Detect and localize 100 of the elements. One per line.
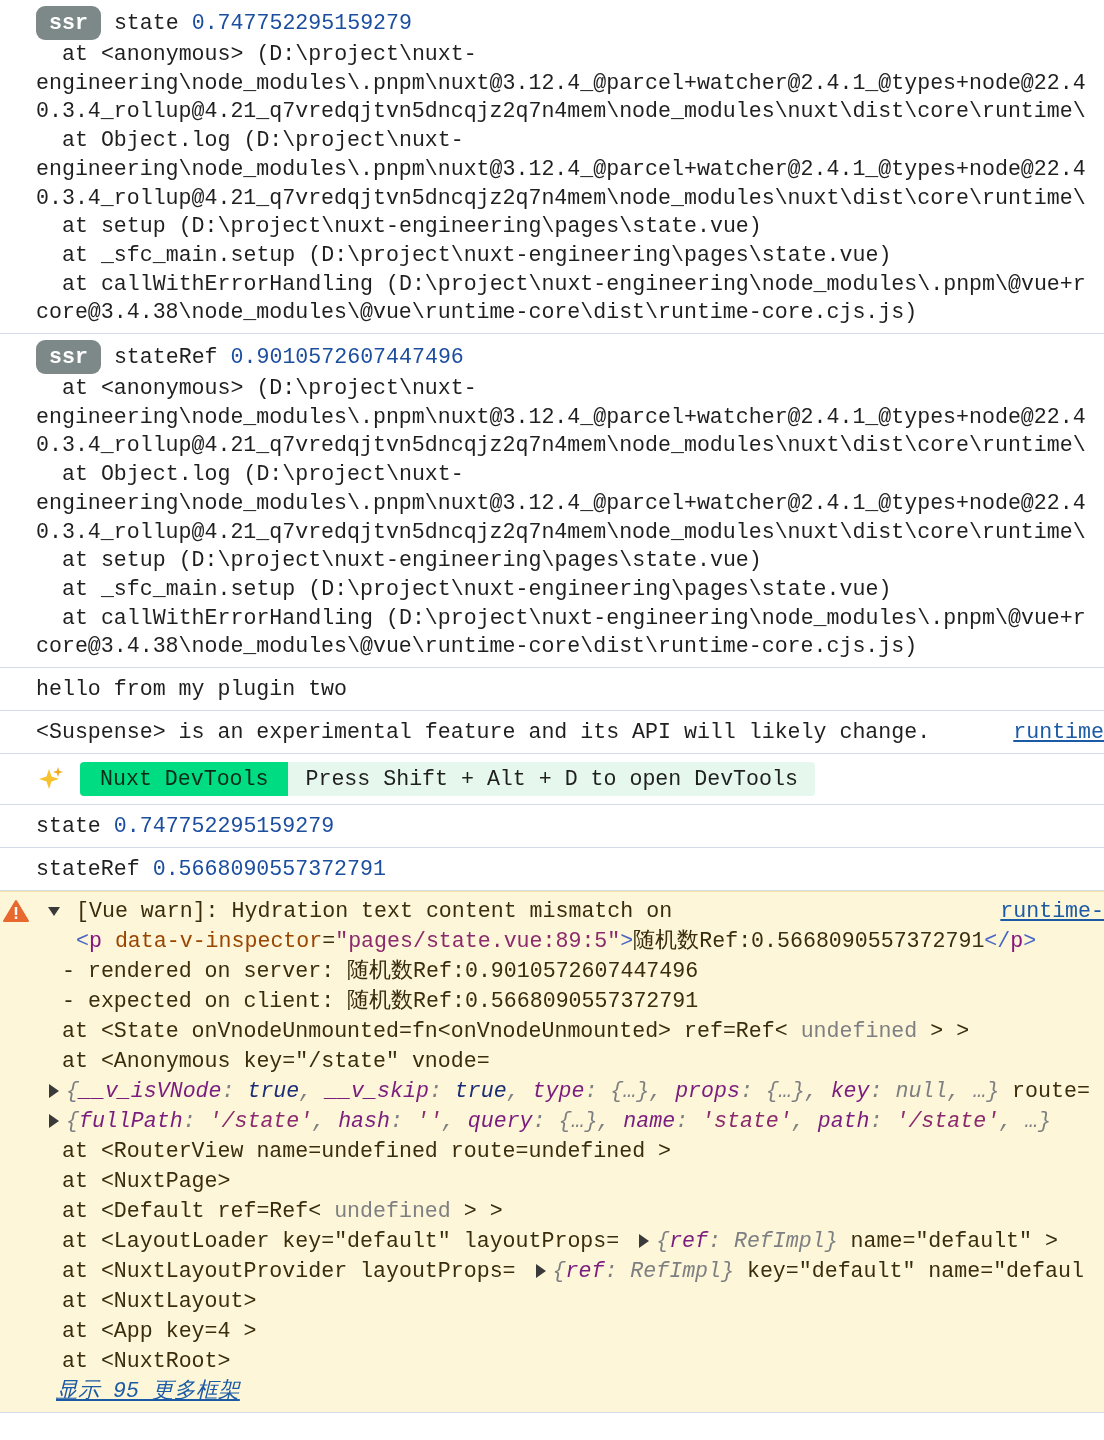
log-text: at <NuxtRoot>	[62, 1348, 231, 1376]
log-text: at <Anonymous key="/state" vnode=	[62, 1048, 490, 1076]
show-more-frames-link[interactable]: 显示 95 更多框架	[0, 1379, 240, 1404]
stack-trace-line: at <anonymous> (D:\project\nuxt-	[61, 41, 478, 68]
object-punctuation: : {…},	[584, 1078, 664, 1106]
expand-triangle-icon[interactable]	[48, 1114, 60, 1129]
tag-bracket: </	[984, 928, 1011, 956]
string-value: '/state'	[895, 1108, 1000, 1136]
object-punctuation: {	[552, 1258, 566, 1286]
log-text: at <NuxtPage>	[62, 1168, 231, 1196]
object-key: ref	[669, 1226, 709, 1257]
object-punctuation: :	[221, 1078, 236, 1106]
object-punctuation: :	[428, 1078, 443, 1106]
stack-trace-line: core@3.4.38\node_modules\@vue\runtime-core\dist\runtime-core.cjs.js)	[36, 633, 919, 661]
object-punctuation: ,	[299, 1078, 314, 1106]
string-value: ''	[415, 1108, 442, 1136]
stack-trace-line: at _sfc_main.setup (D:\project\nuxt-engineering\pages\state.vue)	[61, 575, 893, 603]
object-key: name	[623, 1106, 676, 1137]
number-value: 0.9010572607447496	[230, 343, 464, 371]
stack-trace-line: at Object.log (D:\project\nuxt-	[61, 127, 465, 155]
object-punctuation: :	[604, 1258, 619, 1286]
number-value: 0.5668090557372791	[152, 855, 386, 883]
log-text: route=	[1011, 1078, 1090, 1106]
object-value: RefImpl	[630, 1258, 721, 1286]
object-key: props	[675, 1076, 740, 1107]
log-text: - rendered on server: 随机数Ref:0.9010572607447496	[62, 958, 699, 986]
object-punctuation: :	[390, 1108, 404, 1136]
string-value: 'state'	[701, 1108, 792, 1136]
log-text: at <State onVnodeUnmounted=fn<onVnodeUnmounted> ref=Ref<	[62, 1018, 789, 1046]
attribute-value: "pages/state.vue:89:5"	[335, 928, 621, 956]
log-text: state	[113, 9, 179, 37]
stack-trace-line: 0.3.4_rollup@4.21_q7vredqjtvn5dncqjz2q7n4mem\node_modules\nuxt\dist\core\runtime\	[36, 98, 1087, 126]
stack-trace-line: at Object.log (D:\project\nuxt-	[61, 461, 465, 489]
log-text: 随机数Ref:0.5668090557372791	[633, 928, 985, 956]
object-key: query	[467, 1106, 533, 1137]
object-punctuation: , …}	[999, 1108, 1051, 1136]
devtools-hint: Press Shift + Alt + D to open DevTools	[288, 762, 815, 797]
stack-trace-line: engineering\node_modules\.pnpm\nuxt@3.12.4_@parcel+watcher@2.4.1_@types+node@22.4	[36, 69, 1087, 97]
object-key: fullPath	[78, 1106, 183, 1137]
tag-bracket: <	[76, 928, 89, 956]
object-punctuation: :	[708, 1228, 722, 1256]
log-text: stateRef	[36, 855, 140, 883]
object-punctuation: , …}	[947, 1078, 1000, 1106]
stack-trace-line: 0.3.4_rollup@4.21_q7vredqjtvn5dncqjz2q7n4mem\node_modules\nuxt\dist\core\runtime\	[36, 518, 1087, 546]
object-punctuation: : {…},	[532, 1108, 612, 1136]
stack-trace-line: core@3.4.38\node_modules\@vue\runtime-core\dist\runtime-core.cjs.js)	[36, 299, 919, 327]
stack-trace-line: engineering\node_modules\.pnpm\nuxt@3.12.4_@parcel+watcher@2.4.1_@types+node@22.4	[36, 489, 1087, 517]
stack-trace-line: at <anonymous> (D:\project\nuxt-	[61, 375, 478, 403]
object-punctuation: :	[675, 1108, 690, 1136]
tag-name: p	[1010, 928, 1024, 956]
undefined-value: undefined	[800, 1018, 918, 1046]
number-value: 0.747752295159279	[191, 9, 412, 37]
warning-icon	[3, 900, 29, 923]
expand-triangle-icon[interactable]	[638, 1234, 651, 1249]
ssr-badge: ssr	[36, 340, 101, 375]
expand-triangle-icon[interactable]	[48, 1084, 60, 1099]
log-text: at <RouterView name=undefined route=undefined >	[62, 1138, 672, 1166]
tag-bracket: >	[620, 928, 634, 956]
log-text: key="default" name="defaul	[745, 1258, 1084, 1286]
log-text: at <App key=4 >	[62, 1318, 257, 1346]
log-text: > >	[929, 1018, 970, 1046]
stack-trace-line: at setup (D:\project\nuxt-engineering\pages\state.vue)	[61, 547, 763, 575]
stack-trace-line: at callWithErrorHandling (D:\project\nuxt-engineering\node_modules\.pnpm\@vue+r	[61, 270, 1087, 298]
log-text: > >	[462, 1198, 503, 1226]
log-text: - expected on client: 随机数Ref:0.5668090557372791	[62, 988, 699, 1016]
object-punctuation: : {…},	[739, 1078, 819, 1106]
object-key: type	[532, 1076, 585, 1107]
object-punctuation: {	[66, 1108, 79, 1136]
object-key: path	[817, 1106, 870, 1137]
log-text: stateRef	[113, 343, 218, 371]
object-punctuation: {	[656, 1228, 670, 1256]
stack-trace-line: 0.3.4_rollup@4.21_q7vredqjtvn5dncqjz2q7n4mem\node_modules\nuxt\dist\core\runtime\	[36, 432, 1087, 460]
stack-trace-line: engineering\node_modules\.pnpm\nuxt@3.12.4_@parcel+watcher@2.4.1_@types+node@22.4	[36, 155, 1087, 183]
attribute-name: data-v-inspector	[113, 928, 323, 956]
expand-triangle-icon[interactable]	[534, 1264, 547, 1279]
object-key: ref	[565, 1256, 605, 1287]
object-punctuation: ,	[312, 1108, 327, 1136]
log-text: at <NuxtLayoutProvider layoutProps=	[62, 1258, 517, 1286]
object-key: __v_isVNode	[78, 1076, 222, 1107]
log-text: at <Default ref=Ref<	[62, 1198, 323, 1226]
log-text: state	[36, 812, 101, 840]
object-punctuation: }	[824, 1228, 838, 1256]
object-punctuation: :	[182, 1108, 197, 1136]
log-text: at <LayoutLoader key="default" layoutProps=	[62, 1228, 621, 1256]
number-value: 0.747752295159279	[113, 812, 335, 840]
source-link[interactable]: runtime-	[1000, 896, 1104, 927]
stack-trace-line: at _sfc_main.setup (D:\project\nuxt-engineering\pages\state.vue)	[61, 241, 893, 269]
object-punctuation: ,	[506, 1078, 521, 1106]
log-text: hello from my plugin two	[36, 675, 347, 703]
source-link[interactable]: runtime	[1013, 717, 1104, 747]
object-punctuation: :	[869, 1108, 884, 1136]
string-value: '/state'	[208, 1108, 313, 1136]
stack-trace-line: at setup (D:\project\nuxt-engineering\pages\state.vue)	[61, 213, 763, 241]
ssr-badge: ssr	[36, 6, 101, 40]
tag-bracket: >	[1023, 928, 1037, 956]
object-value: RefImpl	[733, 1228, 825, 1256]
warning-message: [Vue warn]: Hydration text content mismatch on	[76, 898, 673, 926]
object-key: __v_skip	[325, 1076, 429, 1107]
object-key: hash	[338, 1106, 390, 1137]
boolean-value: true	[454, 1078, 507, 1106]
